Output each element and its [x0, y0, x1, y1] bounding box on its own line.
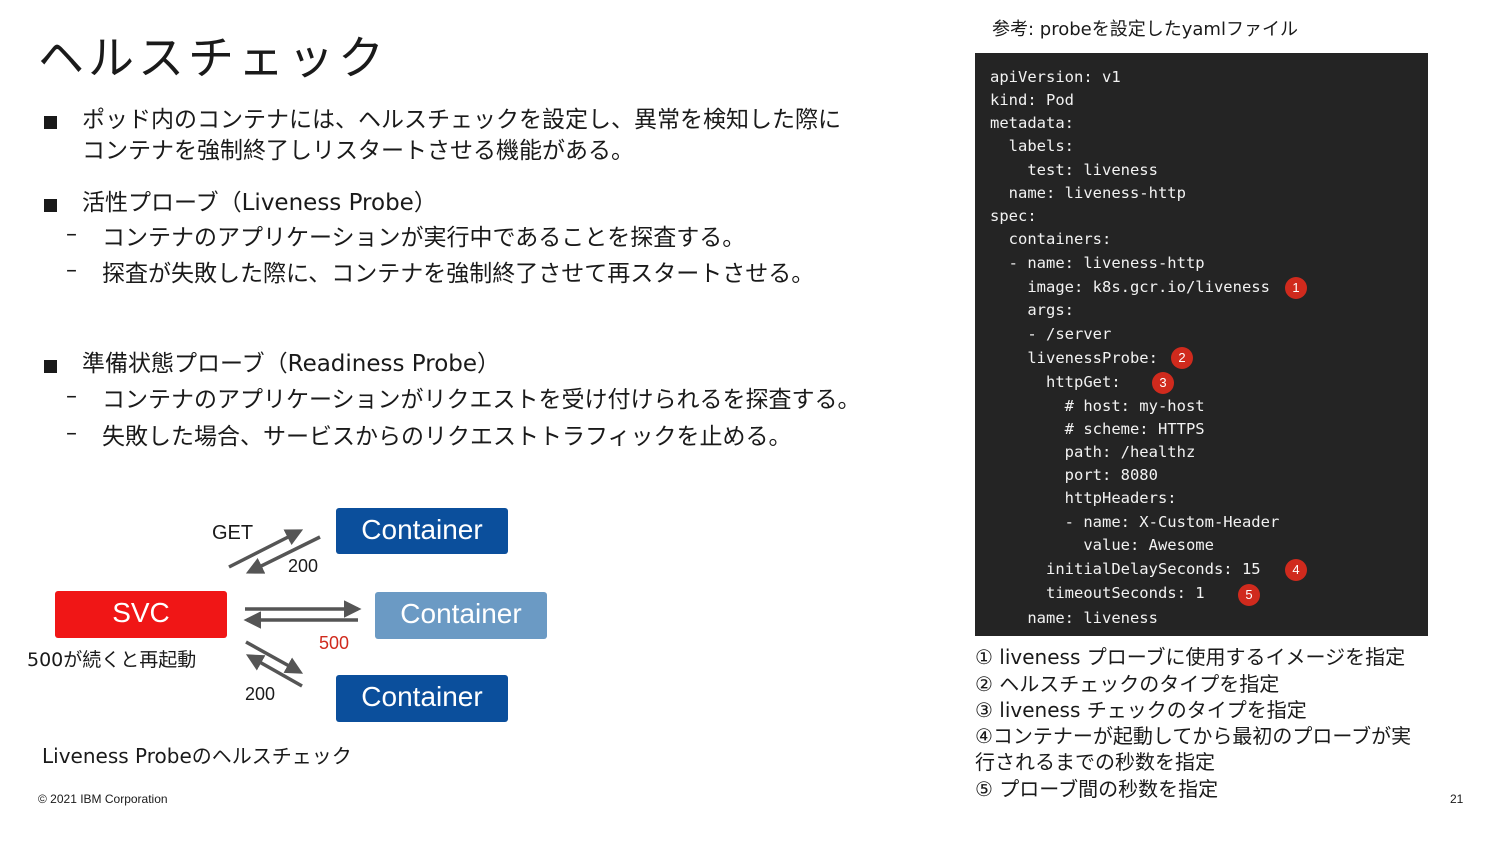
liveness-heading: 活性プローブ（Liveness Probe） — [82, 190, 437, 216]
bullet-1-line-2: コンテナを強制終了しリスタートさせる機能がある。 — [82, 138, 634, 164]
yaml-line: spec: — [990, 207, 1037, 225]
status-500: 500 — [319, 633, 350, 653]
yaml-line: apiVersion: v1 — [990, 68, 1121, 86]
readiness-sub-1: コンテナのアプリケーションがリクエストを受け付けられるを探査する。 — [102, 387, 861, 413]
note-2: ② ヘルスチェックのタイプを指定 — [975, 672, 1280, 696]
restart-note: 500が続くと再起動 — [27, 649, 197, 671]
bullet-square-icon — [44, 360, 57, 373]
page-number: 21 — [1450, 792, 1464, 806]
yaml-line: port: 8080 — [990, 466, 1158, 484]
yaml-line: value: Awesome — [990, 536, 1214, 554]
yaml-line: name: liveness-http — [990, 184, 1186, 202]
badge-2-icon: 2 — [1171, 347, 1193, 369]
note-4-cont: 行されるまでの秒数を指定 — [975, 750, 1215, 774]
yaml-line: - name: X-Custom-Header — [990, 513, 1280, 531]
bullet-1-line-1: ポッド内のコンテナには、ヘルスチェックを設定し、異常を検知した際に — [82, 107, 841, 133]
yaml-line: - /server — [990, 325, 1112, 343]
get-label: GET — [212, 522, 254, 544]
dash-icon: – — [66, 421, 77, 446]
bullet-square-icon — [44, 116, 57, 129]
dash-icon: – — [66, 222, 77, 247]
yaml-line: - name: liveness-http — [990, 254, 1205, 272]
yaml-line: kind: Pod — [990, 91, 1074, 109]
yaml-line: containers: — [990, 230, 1112, 248]
arrow-up — [245, 654, 303, 688]
note-1: ① liveness プローブに使用するイメージを指定 — [975, 645, 1406, 669]
status-200-top: 200 — [288, 556, 319, 576]
yaml-line: livenessProbe: — [990, 349, 1158, 367]
reference-label: 参考: probeを設定したyamlファイル — [992, 19, 1298, 40]
bullet-square-icon — [44, 199, 57, 212]
yaml-line: name: liveness — [990, 609, 1158, 627]
note-3: ③ liveness チェックのタイプを指定 — [975, 698, 1307, 722]
note-4: ④コンテナーが起動してから最初のプローブが実 — [975, 724, 1412, 748]
yaml-line: image: k8s.gcr.io/liveness — [990, 278, 1270, 296]
liveness-sub-2: 探査が失敗した際に、コンテナを強制終了させて再スタートさせる。 — [102, 261, 815, 287]
liveness-sub-1: コンテナのアプリケーションが実行中であることを探査する。 — [102, 225, 746, 251]
dash-icon: – — [66, 258, 77, 283]
yaml-line: httpHeaders: — [990, 489, 1177, 507]
yaml-line: # host: my-host — [990, 397, 1205, 415]
diagram-caption: Liveness Probeのヘルスチェック — [42, 744, 352, 768]
page-title: ヘルスチェック — [38, 31, 388, 85]
yaml-line: labels: — [990, 137, 1074, 155]
status-200-bottom: 200 — [245, 684, 276, 704]
yaml-line: test: liveness — [990, 161, 1158, 179]
yaml-line: path: /healthz — [990, 443, 1196, 461]
yaml-code-block: apiVersion: v1 kind: Pod metadata: label… — [975, 53, 1428, 636]
yaml-line: # scheme: HTTPS — [990, 420, 1205, 438]
note-5: ⑤ プローブ間の秒数を指定 — [975, 777, 1219, 801]
readiness-heading: 準備状態プローブ（Readiness Probe） — [82, 351, 501, 377]
readiness-sub-2: 失敗した場合、サービスからのリクエストトラフィックを止める。 — [102, 424, 792, 450]
copyright: © 2021 IBM Corporation — [38, 792, 168, 806]
yaml-line: args: — [990, 301, 1074, 319]
yaml-line: initialDelaySeconds: 15 — [990, 560, 1261, 578]
badge-1-icon: 1 — [1285, 277, 1307, 299]
diagram-arrows — [228, 529, 362, 688]
dash-icon: – — [66, 384, 77, 409]
badge-3-icon: 3 — [1152, 372, 1174, 394]
yaml-line: httpGet: — [990, 373, 1121, 391]
badge-5-icon: 5 — [1238, 584, 1260, 606]
yaml-line: metadata: — [990, 114, 1074, 132]
yaml-line: timeoutSeconds: 1 — [990, 584, 1205, 602]
badge-4-icon: 4 — [1285, 559, 1307, 581]
